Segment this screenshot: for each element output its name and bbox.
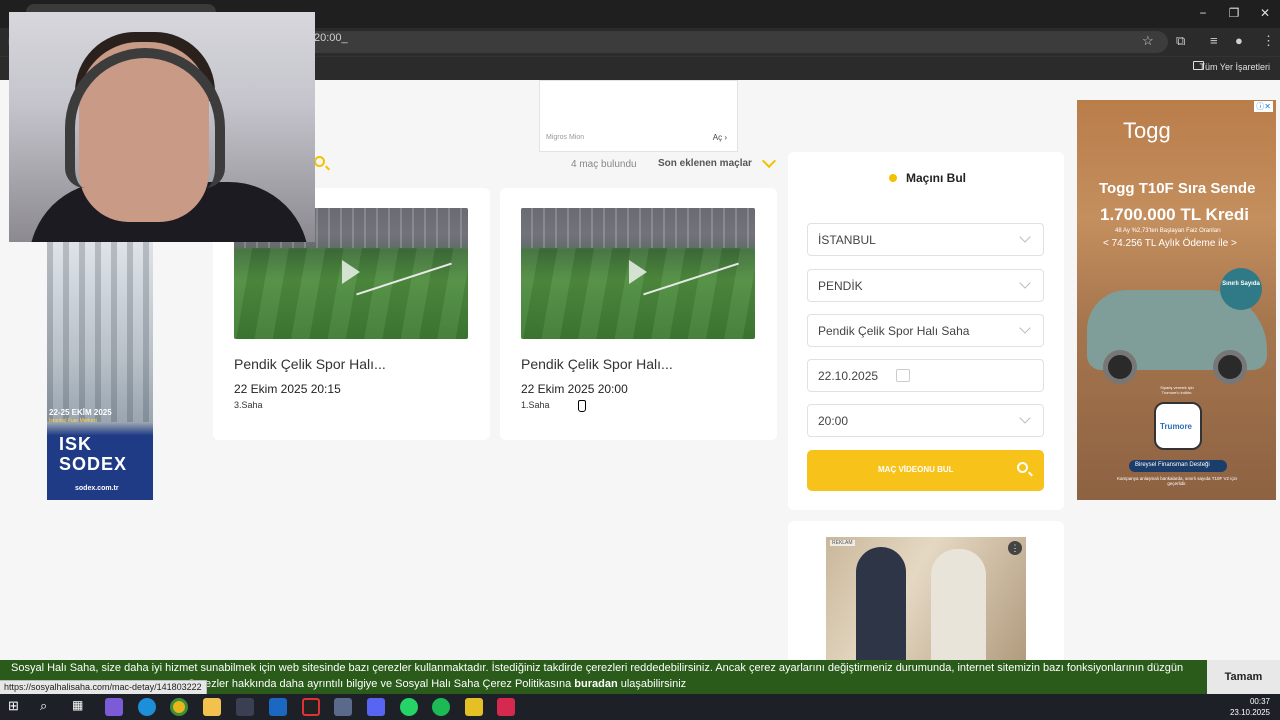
ad-dates: 22-25 EKİM 2025 bbox=[49, 408, 112, 417]
city-value: İSTANBUL bbox=[818, 233, 876, 247]
outlook-icon[interactable] bbox=[269, 698, 287, 716]
cookie-text-line2: n. Çerezler hakkında daha ayrıntılı bilg… bbox=[175, 678, 687, 690]
time-value: 20:00 bbox=[818, 414, 849, 428]
chrome-icon[interactable] bbox=[170, 698, 188, 716]
notes-icon[interactable] bbox=[465, 698, 483, 716]
match-title[interactable]: Pendik Çelik Spor Halı... bbox=[234, 356, 386, 372]
taskbar: ⊞ ⌕ ▦ 00:37 23.10.2025 bbox=[0, 694, 1280, 720]
ad-menu-icon[interactable]: ⋮ bbox=[1008, 541, 1022, 555]
url-text: 20:00_ bbox=[314, 32, 348, 44]
finder-title: Maçını Bul bbox=[906, 171, 967, 185]
search-icon[interactable]: ⌕ bbox=[40, 698, 58, 716]
ad-source: Migros Mion bbox=[546, 134, 585, 141]
ad-open-link[interactable]: Aç › bbox=[713, 133, 727, 142]
file-explorer-icon[interactable] bbox=[203, 698, 221, 716]
ad-terms: 48 Ay %2,73'ten Başlayan Faiz Oranları bbox=[1115, 228, 1221, 234]
cookie-accept-button[interactable]: Tamam bbox=[1207, 660, 1280, 694]
restore-button[interactable]: ❐ bbox=[1219, 4, 1249, 22]
adchoices-icon[interactable]: ⓘ✕ bbox=[1254, 101, 1273, 112]
calendar-icon[interactable] bbox=[896, 369, 910, 382]
app-name: Trumore bbox=[1160, 422, 1193, 431]
match-date: 22 Ekim 2025 20:00 bbox=[521, 382, 628, 396]
right-togg-ad[interactable]: ⓘ✕ Togg Togg T10F Sıra Sende 1.700.000 T… bbox=[1077, 100, 1276, 500]
extensions-icon[interactable]: ⧉ bbox=[1176, 33, 1185, 49]
chevron-down-icon bbox=[1019, 412, 1031, 424]
search-icon[interactable] bbox=[314, 156, 325, 167]
hand-cursor-icon bbox=[578, 400, 586, 412]
app-icon[interactable] bbox=[334, 698, 352, 716]
ad-logo-line2: SODEX bbox=[59, 454, 128, 474]
ad-limited-badge: Sınırlı Sayıda bbox=[1220, 268, 1262, 310]
ad-headline: Togg T10F Sıra Sende bbox=[1099, 180, 1256, 197]
whatsapp-icon[interactable] bbox=[400, 698, 418, 716]
task-view-icon[interactable]: ▦ bbox=[72, 698, 90, 716]
screen-recorder-icon[interactable] bbox=[302, 698, 320, 716]
venue-value: Pendik Çelik Spor Halı Saha bbox=[818, 324, 970, 338]
webcam-overlay bbox=[9, 12, 315, 242]
date-field[interactable]: 22.10.2025 bbox=[807, 359, 1044, 392]
match-date: 22 Ekim 2025 20:15 bbox=[234, 382, 341, 396]
chevron-down-icon bbox=[1019, 231, 1031, 243]
left-sodex-ad[interactable]: 22-25 EKİM 2025 İstanbul Fuar Merkezi IS… bbox=[47, 242, 153, 500]
find-video-button[interactable]: MAÇ VİDEONU BUL bbox=[807, 450, 1044, 491]
trumore-app-icon: Trumore bbox=[1154, 402, 1202, 450]
close-window-button[interactable]: ✕ bbox=[1250, 4, 1280, 22]
match-pitch: 1.Saha bbox=[521, 400, 550, 410]
time-select[interactable]: 20:00 bbox=[807, 404, 1044, 437]
chevron-down-icon[interactable] bbox=[761, 153, 777, 169]
district-select[interactable]: PENDİK bbox=[807, 269, 1044, 302]
ad-order-text: Sipariş vermek için Trumore'u indirin. bbox=[1160, 385, 1194, 395]
chevron-down-icon bbox=[1019, 322, 1031, 334]
minimize-button[interactable]: − bbox=[1188, 4, 1218, 22]
date-value: 22.10.2025 bbox=[818, 369, 879, 383]
city-select[interactable]: İSTANBUL bbox=[807, 223, 1044, 256]
copilot-icon[interactable] bbox=[105, 698, 123, 716]
ad-monthly: < 74.256 TL Aylık Ödeme ile > bbox=[1103, 238, 1237, 249]
spotify-icon[interactable] bbox=[432, 698, 450, 716]
taskbar-clock[interactable]: 00:37 23.10.2025 bbox=[1230, 696, 1270, 718]
all-bookmarks-link[interactable]: Tüm Yer İşaretleri bbox=[1199, 62, 1270, 72]
ad-fine-print: Kampanya anlaşmalı bankalarda, sınırlı s… bbox=[1117, 476, 1237, 486]
windows-start-icon[interactable]: ⊞ bbox=[8, 698, 26, 716]
profile-avatar-icon[interactable]: ● bbox=[1235, 33, 1243, 48]
find-video-label: MAÇ VİDEONU BUL bbox=[878, 465, 954, 474]
store-icon[interactable] bbox=[236, 698, 254, 716]
ad-venue: İstanbul Fuar Merkezi bbox=[49, 418, 98, 424]
cookie-text-line1: Sosyal Halı Saha, size daha iyi hizmet s… bbox=[11, 662, 1184, 674]
browser-menu-icon[interactable]: ⋮ bbox=[1262, 33, 1275, 49]
app-icon[interactable] bbox=[497, 698, 515, 716]
bookmark-star-icon[interactable]: ☆ bbox=[1142, 33, 1154, 49]
district-value: PENDİK bbox=[818, 279, 863, 293]
ad-logo-line1: ISK bbox=[59, 434, 93, 454]
edge-icon[interactable] bbox=[138, 698, 156, 716]
togg-logo: Togg bbox=[1123, 118, 1171, 143]
ad-url: sodex.com.tr bbox=[75, 485, 119, 492]
match-card[interactable]: Pendik Çelik Spor Halı... 22 Ekim 2025 2… bbox=[500, 188, 777, 440]
chevron-down-icon bbox=[1019, 277, 1031, 289]
search-icon bbox=[1017, 462, 1028, 473]
venue-select[interactable]: Pendik Çelik Spor Halı Saha bbox=[807, 314, 1044, 347]
play-icon[interactable] bbox=[342, 260, 360, 284]
top-banner-ad[interactable]: Migros Mion Aç › bbox=[539, 80, 738, 152]
finder-dot-icon bbox=[889, 174, 897, 182]
fashion-ad-image[interactable]: REKLAM ⋮ bbox=[826, 537, 1026, 660]
media-icon[interactable]: ≡ bbox=[1210, 33, 1218, 48]
discord-icon[interactable] bbox=[367, 698, 385, 716]
match-title[interactable]: Pendik Çelik Spor Halı... bbox=[521, 356, 673, 372]
play-icon[interactable] bbox=[629, 260, 647, 284]
ad-pill: Bireysel Finansman Desteği bbox=[1129, 460, 1227, 472]
ad-badge: REKLAM bbox=[830, 540, 855, 546]
sort-select[interactable]: Son eklenen maçlar bbox=[658, 158, 752, 169]
cookie-policy-link[interactable]: buradan bbox=[574, 678, 617, 690]
ad-pill-text: Bireysel Finansman Desteği bbox=[1135, 462, 1210, 468]
match-finder-panel: Maçını Bul İSTANBUL PENDİK Pendik Çelik … bbox=[788, 152, 1064, 510]
match-video-thumbnail[interactable] bbox=[521, 208, 755, 339]
results-count: 4 maç bulundu bbox=[571, 159, 637, 170]
status-url: https://sosyalhalisaha.com/mac-detay/141… bbox=[0, 680, 207, 694]
bottom-ad-card[interactable]: REKLAM ⋮ bbox=[788, 521, 1064, 660]
match-pitch: 3.Saha bbox=[234, 400, 263, 410]
ad-amount: 1.700.000 TL Kredi bbox=[1100, 205, 1249, 224]
